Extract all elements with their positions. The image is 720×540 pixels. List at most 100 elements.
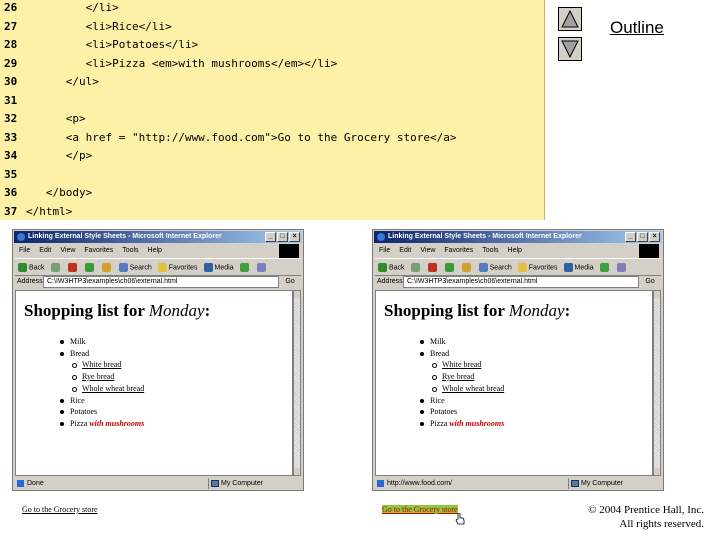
list-item: Rice [60, 395, 144, 407]
address-bar: Address C:\IW3HTP3\examples\ch06\external… [375, 276, 661, 288]
code-text: <a href = "http://www.food.com">Go to th… [26, 130, 457, 144]
mail-button[interactable] [256, 262, 268, 272]
page-heading: Shopping list for Monday: [384, 301, 570, 321]
home-button[interactable] [461, 262, 473, 272]
vertical-scrollbar[interactable] [293, 290, 301, 476]
status-text-area: http://www.food.com/ [375, 478, 568, 489]
minimize-button[interactable]: _ [265, 232, 276, 242]
favorites-button[interactable]: Favorites [157, 262, 198, 272]
sub-list-link[interactable]: Rye bread [82, 372, 114, 381]
back-label: Back [29, 263, 45, 271]
menu-bar: File Edit View Favorites Tools Help [375, 244, 661, 258]
address-input[interactable]: C:\IW3HTP3\examples\ch06\external.html [403, 276, 639, 288]
heading-text: Shopping list for [384, 301, 509, 320]
forward-button[interactable] [410, 262, 422, 272]
menu-item-help[interactable]: Help [148, 245, 162, 256]
minimize-button[interactable]: _ [625, 232, 636, 242]
menu-item-file[interactable]: File [379, 245, 390, 256]
forward-button[interactable] [50, 262, 62, 272]
search-label: Search [129, 263, 152, 271]
bread-sublist: White bread Rye bread Whole wheat bread [430, 359, 504, 394]
pizza-text: Pizza [430, 418, 450, 428]
stop-button[interactable] [67, 262, 79, 272]
menu-item-tools[interactable]: Tools [482, 245, 498, 256]
maximize-button[interactable]: □ [277, 232, 288, 242]
back-button[interactable]: Back [18, 262, 45, 272]
menu-item-edit[interactable]: Edit [399, 245, 411, 256]
line-number: 27 [4, 19, 18, 33]
refresh-button[interactable] [84, 262, 96, 272]
triangle-down-icon [561, 40, 579, 58]
next-slide-button[interactable] [558, 37, 582, 61]
sub-list-link[interactable]: Whole wheat bread [82, 384, 144, 393]
menu-item-file[interactable]: File [19, 245, 30, 256]
computer-icon [211, 480, 219, 487]
scroll-up-arrow[interactable] [294, 291, 300, 298]
mail-button[interactable] [616, 262, 628, 272]
go-button[interactable]: Go [279, 276, 301, 288]
media-icon [563, 262, 573, 272]
line-number: 28 [4, 38, 18, 51]
previous-slide-button[interactable] [558, 7, 582, 31]
status-text-area: Done [15, 478, 208, 489]
sublist-container: White bread Rye bread Whole wheat bread [420, 359, 504, 394]
menu-item-view[interactable]: View [420, 245, 435, 256]
line-number: 37 [4, 204, 18, 218]
sub-list-item: Rye bread [72, 371, 144, 383]
history-icon [599, 262, 609, 272]
search-button[interactable]: Search [118, 262, 152, 272]
grocery-store-link[interactable]: Go to the Grocery store [22, 505, 98, 514]
grocery-store-link[interactable]: Go to the Grocery store [382, 505, 458, 514]
code-line: 27 <li>Rice</li> [0, 17, 544, 36]
outline-link[interactable]: Outline [610, 18, 664, 38]
go-button[interactable]: Go [639, 276, 661, 288]
code-text: <li>Rice</li> [26, 19, 172, 33]
search-icon [478, 262, 488, 272]
media-button[interactable]: Media [203, 262, 234, 272]
close-button[interactable]: × [289, 232, 300, 242]
menu-item-edit[interactable]: Edit [39, 245, 51, 256]
code-text: <li>Pizza <em>with mushrooms</em></li> [26, 56, 338, 70]
maximize-button[interactable]: □ [637, 232, 648, 242]
scroll-down-arrow[interactable] [654, 468, 660, 475]
back-icon [18, 262, 27, 272]
search-button[interactable]: Search [478, 262, 512, 272]
close-button[interactable]: × [649, 232, 660, 242]
history-button[interactable] [599, 262, 611, 272]
refresh-icon [444, 262, 454, 272]
refresh-button[interactable] [444, 262, 456, 272]
vertical-scrollbar[interactable] [653, 290, 661, 476]
sub-list-item: Rye bread [432, 371, 504, 383]
bread-sublist: White bread Rye bread Whole wheat bread [70, 359, 144, 394]
favorites-button[interactable]: Favorites [517, 262, 558, 272]
menu-item-view[interactable]: View [60, 245, 75, 256]
menu-item-favorites[interactable]: Favorites [444, 245, 473, 256]
home-button[interactable] [101, 262, 113, 272]
browser-window-link-hover: Linking External Style Sheets - Microsof… [372, 229, 664, 525]
code-listing-panel: 26 </li> 27 <li>Rice</li> 28 <li>Potatoes<… [0, 0, 545, 220]
media-button[interactable]: Media [563, 262, 594, 272]
sub-list-link[interactable]: White bread [442, 360, 481, 369]
back-button[interactable]: Back [378, 262, 405, 272]
internet-explorer-icon [377, 233, 385, 241]
favorites-icon [157, 262, 167, 272]
menu-item-tools[interactable]: Tools [122, 245, 138, 256]
sub-list-link[interactable]: Whole wheat bread [442, 384, 504, 393]
list-item: Bread [420, 348, 504, 360]
line-number: 34 [4, 149, 18, 162]
heading-text: Shopping list for [24, 301, 149, 320]
list-item: Milk [420, 336, 504, 348]
address-input[interactable]: C:\IW3HTP3\examples\ch06\external.html [43, 276, 279, 288]
sub-list-link[interactable]: White bread [82, 360, 121, 369]
scroll-down-arrow[interactable] [294, 468, 300, 475]
menu-item-help[interactable]: Help [508, 245, 522, 256]
sub-list-link[interactable]: Rye bread [442, 372, 474, 381]
scroll-up-arrow[interactable] [654, 291, 660, 298]
menu-item-favorites[interactable]: Favorites [84, 245, 113, 256]
menu-bar: File Edit View Favorites Tools Help [15, 244, 301, 258]
back-icon [378, 262, 387, 272]
history-button[interactable] [239, 262, 251, 272]
triangle-up-icon [561, 10, 579, 28]
stop-button[interactable] [427, 262, 439, 272]
mail-icon [616, 262, 626, 272]
